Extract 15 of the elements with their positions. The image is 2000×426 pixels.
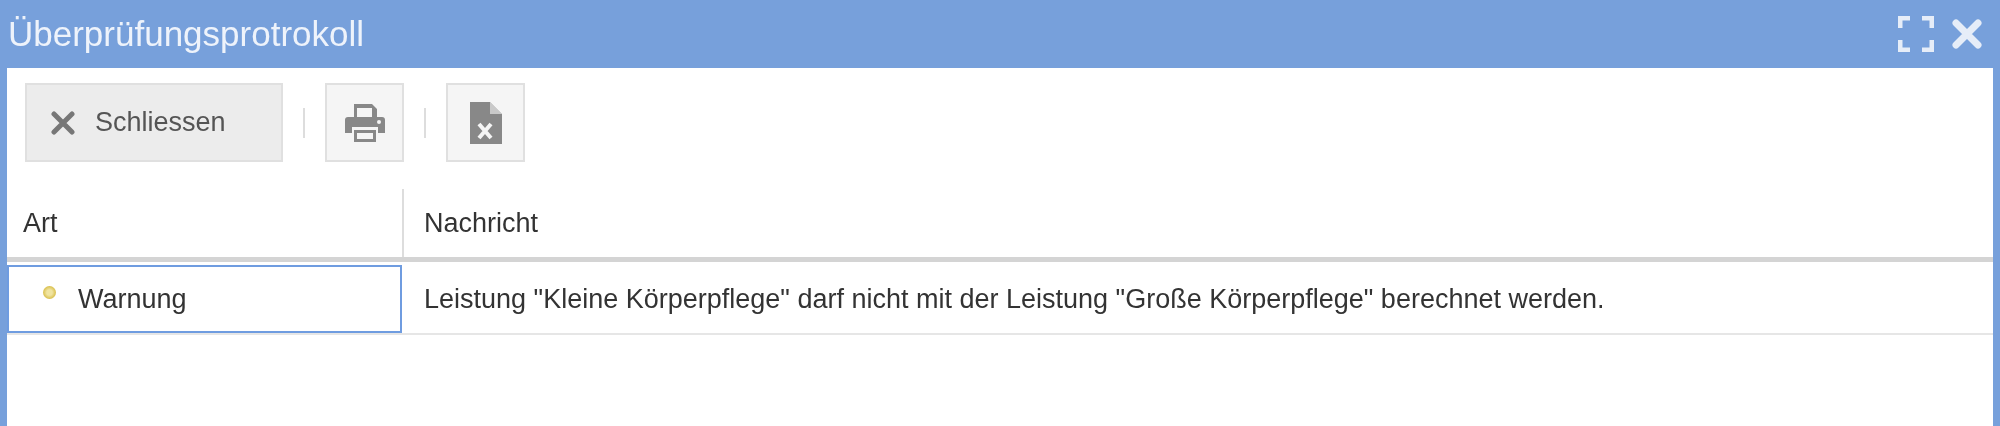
warning-dot-icon [43, 285, 56, 299]
table-cell-text: Leistung "Kleine Körperpflege" darf nicht mit der Leistung "Große Körperpflege" berechnet werden. [423, 282, 1606, 316]
maximize-icon[interactable] [1898, 16, 1934, 52]
spreadsheet-file-icon [469, 101, 502, 144]
column-header[interactable]: Nachricht [402, 189, 1993, 257]
print-button[interactable] [325, 83, 404, 162]
column-header[interactable]: Art [7, 189, 402, 257]
type-text: Warnung [78, 283, 187, 315]
window-title: Überprüfungsprotrokoll [8, 14, 365, 54]
excel-export-button[interactable] [446, 83, 525, 162]
table-cell[interactable]: Warnung [7, 265, 402, 333]
close-button[interactable]: Schliessen [25, 83, 283, 162]
close-icon [51, 110, 75, 135]
close-icon[interactable] [1952, 19, 1982, 49]
printer-icon [343, 102, 386, 143]
